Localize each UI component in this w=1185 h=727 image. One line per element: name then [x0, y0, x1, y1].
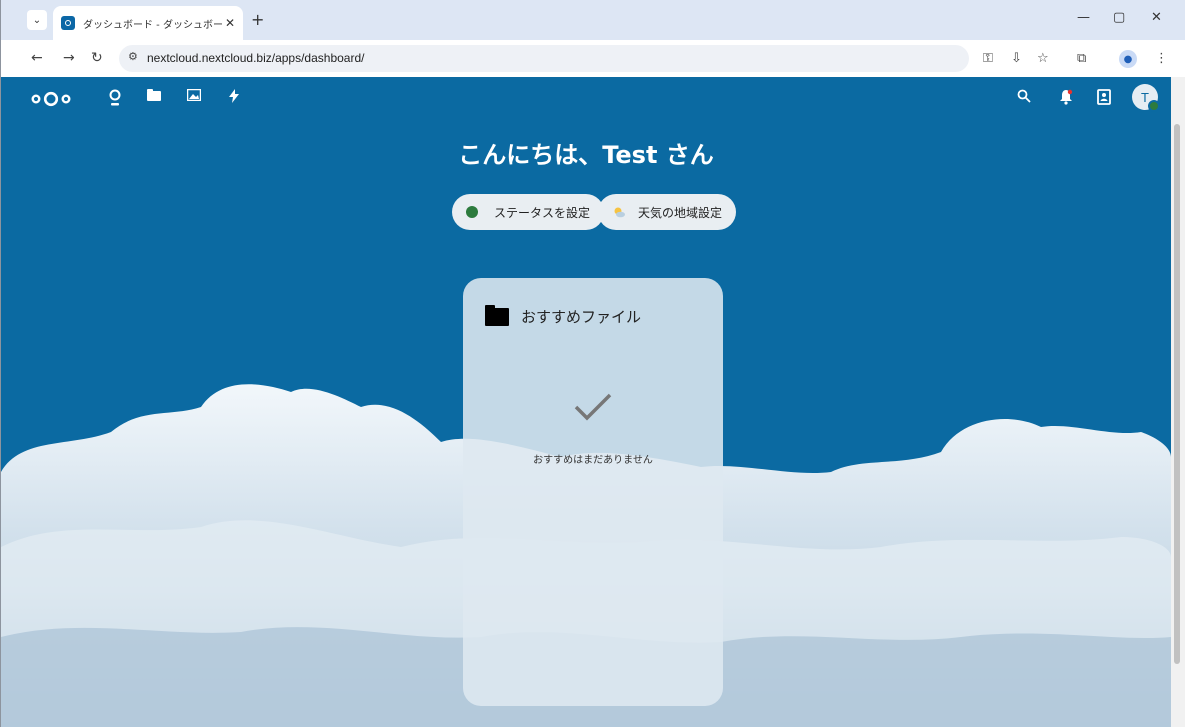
url-text[interactable]: nextcloud.nextcloud.biz/apps/dashboard/	[147, 51, 364, 65]
profile-icon[interactable]: ●	[1119, 50, 1137, 68]
weather-location-button[interactable]: 天気の地域設定	[598, 194, 737, 230]
dashboard-app-icon[interactable]	[108, 89, 122, 111]
photos-app-icon[interactable]	[186, 88, 202, 105]
status-dot-icon	[466, 206, 478, 218]
back-arrow-icon[interactable]: ←	[31, 50, 43, 66]
password-key-icon[interactable]: ⚿	[983, 51, 993, 66]
folder-icon	[485, 304, 509, 326]
extensions-icon[interactable]: ⧉	[1077, 51, 1086, 66]
new-tab-button[interactable]: +	[251, 10, 264, 29]
nextcloud-header: T	[1, 77, 1171, 121]
set-status-label: ステータスを設定	[494, 205, 591, 220]
widget-header: おすすめファイル	[485, 304, 642, 327]
recommended-files-widget: おすすめファイル おすすめはまだありません	[463, 278, 723, 706]
nextcloud-logo-icon[interactable]	[31, 91, 71, 107]
files-app-icon[interactable]	[147, 89, 161, 105]
contacts-icon[interactable]	[1097, 89, 1111, 109]
greeting-heading: こんにちは、Test さん	[458, 141, 714, 169]
tab-search-button[interactable]: ⌄	[27, 10, 47, 30]
maximize-button[interactable]: ▢	[1113, 10, 1125, 25]
reload-icon[interactable]: ↻	[91, 50, 103, 66]
notifications-bell-icon[interactable]	[1059, 89, 1073, 109]
nextcloud-dashboard: T こんにちは、Test さん ステータスを設定 天気の地域設定 おすすめファイ…	[1, 77, 1171, 727]
menu-kebab-icon[interactable]: ⋮	[1155, 51, 1168, 66]
browser-tab[interactable]: ダッシュボード - ダッシュボード - Next ✕	[53, 6, 243, 40]
site-info-icon[interactable]: ⚙	[128, 50, 138, 63]
minimize-button[interactable]: —	[1077, 10, 1090, 25]
tab-close-icon[interactable]: ✕	[225, 16, 235, 30]
empty-state-text: おすすめはまだありません	[533, 455, 653, 466]
weather-location-label: 天気の地域設定	[638, 205, 723, 220]
online-status-icon	[1148, 100, 1160, 112]
tab-strip: ⌄ ダッシュボード - ダッシュボード - Next ✕ + — ▢ ✕	[1, 0, 1185, 40]
install-app-icon[interactable]: ⇩	[1011, 51, 1022, 66]
browser-window: ⌄ ダッシュボード - ダッシュボード - Next ✕ + — ▢ ✕ ← →…	[0, 0, 1185, 727]
close-window-button[interactable]: ✕	[1151, 10, 1162, 25]
checkmark-icon	[574, 393, 612, 421]
nextcloud-favicon-icon	[61, 16, 75, 30]
search-icon[interactable]	[1017, 89, 1031, 107]
browser-toolbar: ← → ↻ ⚙ nextcloud.nextcloud.biz/apps/das…	[1, 40, 1185, 77]
bookmark-star-icon[interactable]: ☆	[1037, 51, 1049, 66]
set-status-button[interactable]: ステータスを設定	[452, 194, 605, 230]
activity-app-icon[interactable]	[229, 89, 239, 107]
weather-sun-cloud-icon	[614, 207, 625, 218]
tab-title: ダッシュボード - ダッシュボード - Next	[83, 19, 223, 31]
widget-title: おすすめファイル	[521, 308, 642, 326]
scrollbar-thumb[interactable]	[1174, 124, 1180, 664]
address-bar[interactable]: ⚙ nextcloud.nextcloud.biz/apps/dashboard…	[119, 45, 969, 72]
forward-arrow-icon[interactable]: →	[63, 50, 75, 66]
